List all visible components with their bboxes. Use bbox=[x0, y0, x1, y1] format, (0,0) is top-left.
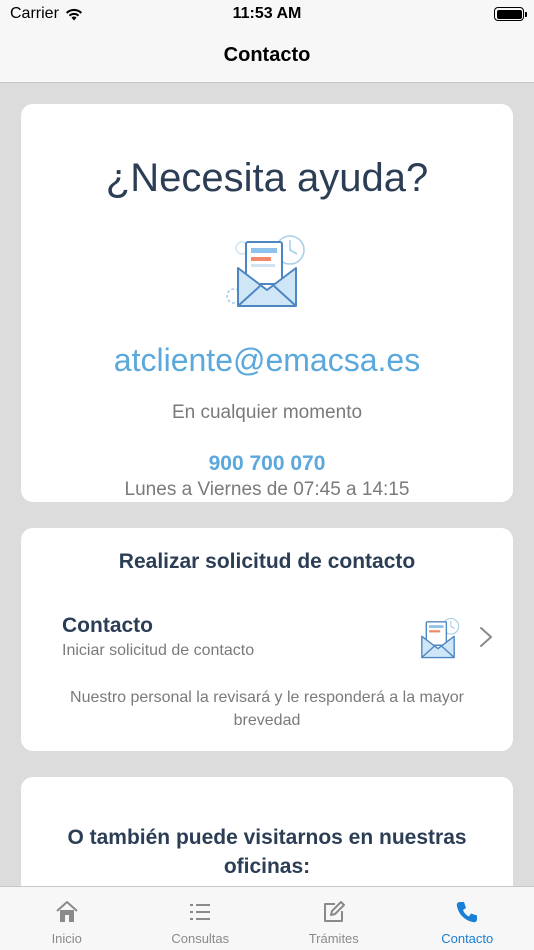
status-bar: Carrier 11:53 AM bbox=[0, 0, 534, 28]
request-row-subtitle: Iniciar solicitud de contacto bbox=[62, 642, 255, 659]
phone-hours: Lunes a Viernes de 07:45 a 14:15 bbox=[124, 479, 410, 500]
phone-link[interactable]: 900 700 070 bbox=[21, 452, 513, 476]
contact-request-row[interactable]: Contacto Iniciar solicitud de contacto bbox=[21, 608, 513, 668]
battery-icon bbox=[494, 7, 527, 21]
help-title: ¿Necesita ayuda? bbox=[105, 156, 429, 200]
email-availability: En cualquier momento bbox=[171, 402, 363, 423]
battery-level bbox=[496, 9, 522, 19]
contact-request-card: Realizar solicitud de contacto Contacto … bbox=[21, 528, 513, 751]
list-icon bbox=[190, 904, 211, 920]
tab-label: Inicio bbox=[51, 931, 82, 946]
help-card: ¿Necesita ayuda? atcliente@emacsa.es En … bbox=[21, 104, 513, 502]
request-row-title: Contacto bbox=[62, 614, 153, 637]
content-scroll[interactable]: ¿Necesita ayuda? atcliente@emacsa.es En … bbox=[0, 84, 534, 886]
carrier-label: Carrier bbox=[10, 5, 59, 22]
email-link[interactable]: atcliente@emacsa.es bbox=[21, 342, 513, 379]
home-icon bbox=[56, 901, 78, 922]
edit-icon bbox=[323, 901, 345, 922]
mail-envelope-icon bbox=[421, 617, 460, 659]
phone-icon bbox=[457, 902, 478, 923]
tab-contacto[interactable]: Contacto bbox=[401, 887, 534, 950]
tab-label: Trámites bbox=[308, 931, 359, 946]
navigation-bar: Contacto bbox=[0, 28, 534, 83]
tab-label: Contacto bbox=[441, 931, 494, 946]
wifi-icon bbox=[65, 8, 82, 20]
offices-card: O también puede visitarnos en nuestras o… bbox=[21, 777, 513, 886]
request-card-title: Realizar solicitud de contacto bbox=[118, 550, 416, 573]
tab-inicio[interactable]: Inicio bbox=[0, 887, 134, 950]
offices-title: O también puede visitarnos en nuestras o… bbox=[67, 826, 467, 878]
page-title: Contacto bbox=[223, 43, 311, 66]
tab-tramites[interactable]: Trámites bbox=[267, 887, 401, 950]
request-note: Nuestro personal la revisará y le respon… bbox=[70, 689, 464, 729]
mail-envelope-icon bbox=[226, 235, 305, 307]
status-left: Carrier bbox=[10, 5, 83, 23]
tab-consultas[interactable]: Consultas bbox=[134, 887, 268, 950]
tab-bar: Inicio Consultas Trámites Contacto bbox=[0, 886, 534, 950]
tab-label: Consultas bbox=[171, 931, 230, 946]
chevron-right-icon bbox=[480, 627, 492, 647]
